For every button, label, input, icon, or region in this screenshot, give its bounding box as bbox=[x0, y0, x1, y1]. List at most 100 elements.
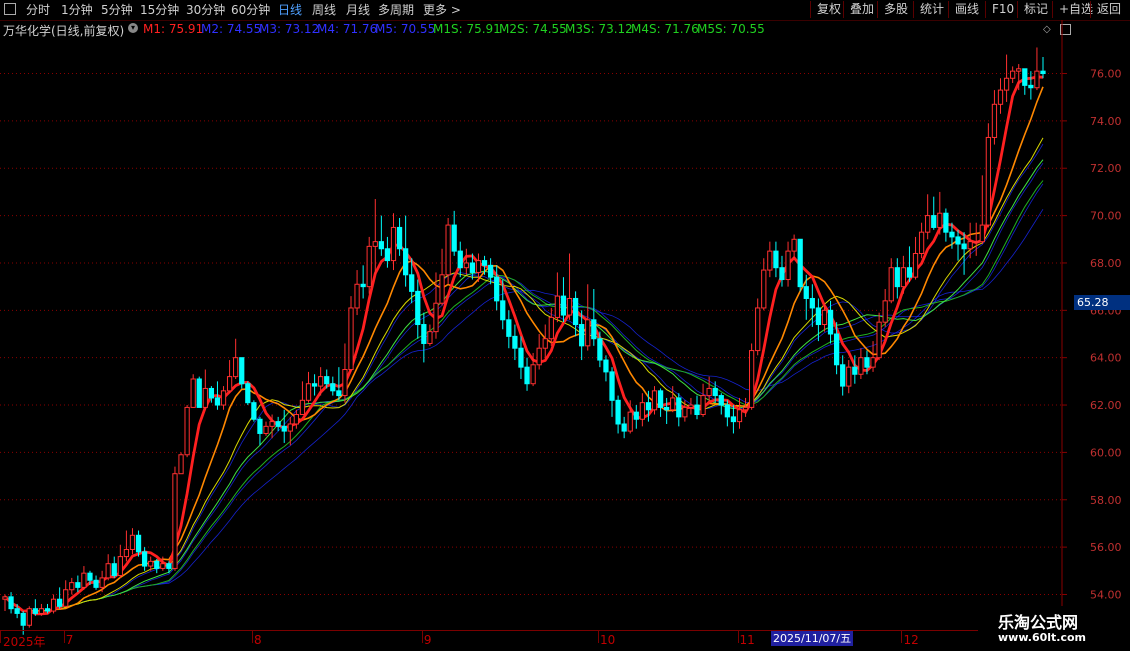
x-tick-label: 7 bbox=[65, 633, 74, 647]
add-favorite-button[interactable]: +自选 bbox=[1052, 1, 1093, 18]
candle bbox=[396, 217, 403, 256]
candle-body bbox=[57, 598, 63, 607]
tab-60min[interactable]: 60分钟 bbox=[231, 2, 270, 18]
candle-body bbox=[572, 297, 579, 326]
candle bbox=[767, 241, 773, 278]
candle bbox=[530, 352, 536, 387]
tab-monthly[interactable]: 月线 bbox=[346, 2, 370, 18]
stock-title: 万华化学(日线,前复权) bbox=[3, 24, 125, 38]
y-tick-label: 64.00 bbox=[1090, 352, 1122, 365]
tab-5min[interactable]: 5分钟 bbox=[101, 2, 133, 18]
candle-body bbox=[481, 260, 488, 266]
candle bbox=[821, 303, 828, 332]
candle-body bbox=[846, 366, 852, 387]
back-button[interactable]: 返回 bbox=[1090, 1, 1121, 18]
candle-body bbox=[287, 423, 293, 432]
draw-button[interactable]: 画线 bbox=[948, 1, 979, 18]
candle bbox=[791, 234, 797, 259]
candle-layer bbox=[2, 47, 1046, 635]
tab-more[interactable]: 更多 > bbox=[423, 2, 461, 18]
candle bbox=[336, 367, 342, 401]
candle bbox=[245, 381, 251, 406]
diamond-icon[interactable]: ◇ bbox=[1043, 24, 1051, 35]
candle-body bbox=[512, 335, 518, 349]
candle bbox=[409, 258, 415, 304]
candle-body bbox=[791, 238, 797, 252]
x-tick bbox=[251, 631, 253, 643]
stats-button[interactable]: 统计 bbox=[913, 1, 944, 18]
candle-body bbox=[63, 589, 69, 607]
multi-stock-button[interactable]: 多股 bbox=[877, 1, 908, 18]
chevron-down-icon[interactable]: ▾ bbox=[128, 23, 138, 33]
candle bbox=[639, 393, 645, 427]
ma-line-3 bbox=[4, 137, 1044, 612]
candle-body bbox=[627, 411, 633, 432]
candle-body bbox=[536, 347, 542, 366]
candle-body bbox=[506, 319, 512, 337]
overlay-button[interactable]: 叠加 bbox=[843, 1, 874, 18]
candle-body bbox=[937, 212, 943, 228]
tab-minute[interactable]: 分时 bbox=[26, 2, 50, 18]
candle-body bbox=[372, 241, 378, 247]
candle bbox=[57, 587, 63, 609]
candle bbox=[585, 284, 591, 351]
tab-daily[interactable]: 日线 bbox=[278, 2, 302, 18]
candle bbox=[172, 466, 178, 571]
candle bbox=[63, 580, 69, 607]
mark-button[interactable]: 标记 bbox=[1017, 1, 1048, 18]
candle bbox=[1016, 64, 1022, 91]
candle-body bbox=[864, 357, 870, 368]
candle-body bbox=[615, 399, 621, 425]
window-icon[interactable] bbox=[1060, 24, 1071, 35]
candle-body bbox=[330, 383, 336, 392]
adjust-button[interactable]: 复权 bbox=[810, 1, 841, 18]
candlestick-chart[interactable]: 54.0056.0058.0060.0062.0064.0066.0068.00… bbox=[0, 0, 1130, 650]
candle-body bbox=[773, 250, 779, 269]
candle bbox=[202, 369, 208, 410]
candle-body bbox=[305, 383, 312, 401]
candle bbox=[961, 232, 967, 275]
candle bbox=[148, 556, 154, 571]
candle-body bbox=[997, 89, 1004, 105]
candle bbox=[694, 395, 700, 420]
candle bbox=[566, 253, 573, 320]
candle-body bbox=[166, 563, 172, 569]
candle-body bbox=[214, 397, 221, 406]
f10-button[interactable]: F10 bbox=[985, 1, 1014, 18]
candle-body bbox=[208, 387, 215, 399]
tab-30min[interactable]: 30分钟 bbox=[186, 2, 225, 18]
candle-body bbox=[900, 267, 907, 288]
candle bbox=[481, 255, 488, 275]
tab-1min[interactable]: 1分钟 bbox=[61, 2, 93, 18]
candle-body bbox=[943, 212, 949, 233]
candle-body bbox=[44, 608, 51, 612]
candle bbox=[560, 277, 567, 323]
square-icon[interactable] bbox=[4, 3, 16, 15]
candle-body bbox=[560, 295, 567, 316]
tab-weekly[interactable]: 周线 bbox=[312, 2, 336, 18]
y-axis: 54.0056.0058.0060.0062.0064.0066.0068.00… bbox=[1062, 68, 1122, 601]
candle-body bbox=[433, 302, 439, 333]
period-toolbar: 分时 1分钟 5分钟 15分钟 30分钟 60分钟 日线 周线 月线 多周期 更… bbox=[0, 0, 1130, 21]
candle-body bbox=[384, 248, 391, 262]
ma4s-value: M4S: 71.76 bbox=[631, 22, 699, 36]
candle bbox=[14, 603, 20, 619]
ma2-value: M2: 74.55 bbox=[201, 22, 262, 36]
candle bbox=[1034, 47, 1040, 91]
candle bbox=[463, 248, 469, 275]
candle-body bbox=[827, 309, 834, 335]
candle bbox=[676, 393, 682, 427]
candle-body bbox=[160, 563, 166, 569]
candle-body bbox=[427, 331, 433, 344]
candle bbox=[69, 577, 75, 595]
x-tick-label: 8 bbox=[253, 633, 262, 647]
candle bbox=[918, 222, 925, 259]
candle bbox=[724, 400, 730, 427]
candle bbox=[214, 381, 221, 410]
tab-15min[interactable]: 15分钟 bbox=[140, 2, 179, 18]
candle-body bbox=[354, 283, 360, 309]
tab-multi-period[interactable]: 多周期 bbox=[378, 2, 414, 18]
ma-shifted-line-4 bbox=[4, 183, 1044, 612]
candle bbox=[487, 258, 494, 285]
candle-body bbox=[925, 215, 931, 233]
